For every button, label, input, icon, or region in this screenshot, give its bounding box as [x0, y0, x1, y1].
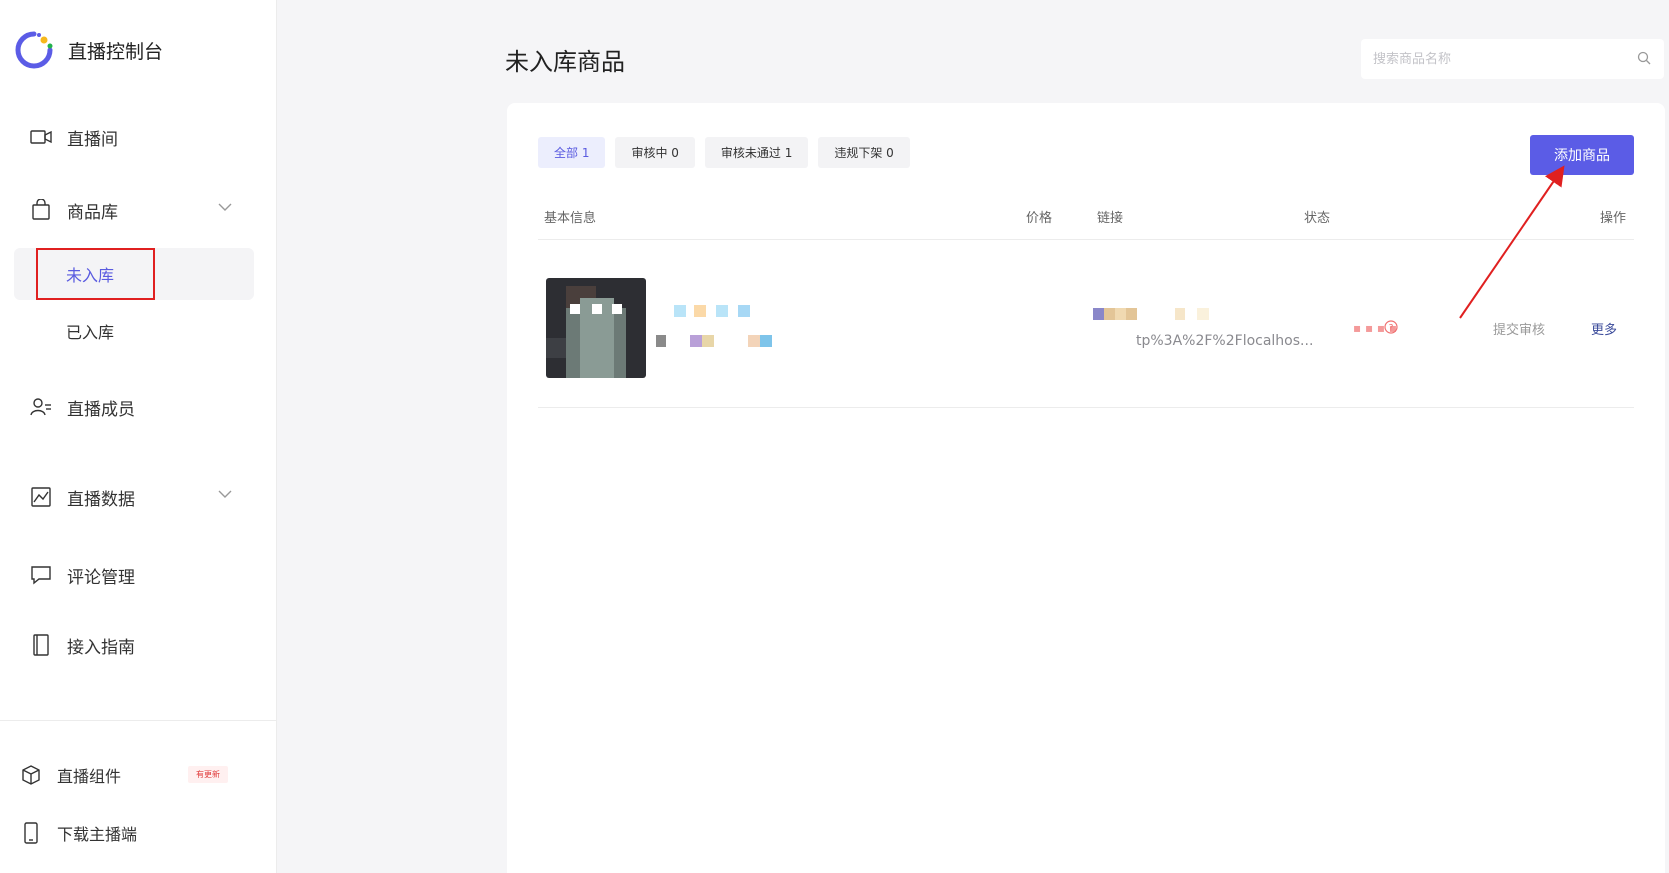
sidebar-item-live-room[interactable]: 直播间	[0, 112, 277, 162]
sidebar-item-download[interactable]: 下载主播端	[0, 808, 277, 858]
submit-review-link[interactable]: 提交审核	[1493, 319, 1545, 338]
user-list-icon	[30, 396, 52, 418]
sidebar-item-comments[interactable]: 评论管理	[0, 550, 277, 600]
logo-icon	[15, 31, 53, 69]
sidebar-item-label: 下载主播端	[57, 825, 138, 844]
product-thumbnail[interactable]	[546, 278, 646, 378]
sidebar-subitem-stored[interactable]: 已入库	[14, 305, 254, 357]
sidebar-item-label: 直播组件	[57, 767, 122, 786]
update-badge: 有更新	[188, 766, 228, 783]
sidebar-item-products[interactable]: 商品库	[0, 185, 277, 235]
sidebar-item-label: 接入指南	[67, 637, 135, 658]
tab-all[interactable]: 全部 1	[538, 137, 606, 168]
column-header-basic-info: 基本信息	[544, 211, 597, 226]
product-name-pixelated	[666, 305, 766, 317]
table-row: tp%3A%2F%2Flocalhos... ▪ ▪ ▪ ▪ ? 提交审核 更多	[538, 239, 1634, 408]
comment-icon	[30, 564, 52, 586]
table-header: 基本信息 价格 链接 状态 操作	[538, 185, 1634, 240]
sidebar-subitem-label: 已入库	[66, 323, 115, 342]
svg-text:?: ?	[1389, 324, 1394, 334]
sidebar: 直播控制台 直播间 商品库 未入库 已入库 直播成员 直播数据 评论管理 接入指…	[0, 0, 277, 873]
search-box[interactable]	[1361, 39, 1664, 79]
shopping-bag-icon	[30, 199, 52, 221]
search-input[interactable]	[1371, 50, 1625, 68]
tab-removed[interactable]: 违规下架 0	[818, 137, 910, 168]
chevron-down-icon	[218, 203, 232, 211]
page-title: 未入库商品	[505, 48, 625, 76]
sidebar-item-live-component[interactable]: 直播组件	[0, 750, 277, 800]
column-header-link: 链接	[1097, 211, 1124, 226]
tab-reviewing[interactable]: 审核中 0	[615, 137, 695, 168]
chart-icon	[30, 486, 52, 508]
add-product-button[interactable]: 添加商品	[1530, 135, 1634, 175]
search-icon[interactable]	[1637, 51, 1651, 65]
column-header-actions: 操作	[1600, 211, 1627, 226]
sidebar-item-label: 直播数据	[67, 489, 135, 510]
sidebar-item-members[interactable]: 直播成员	[0, 382, 277, 432]
chevron-down-icon	[218, 490, 232, 498]
app-title: 直播控制台	[68, 40, 164, 63]
status-filter-tabs: 全部 1 审核中 0 审核未通过 1 违规下架 0	[538, 137, 920, 168]
product-list-card: 全部 1 审核中 0 审核未通过 1 违规下架 0 添加商品 基本信息 价格 链…	[507, 103, 1665, 873]
column-header-status: 状态	[1304, 211, 1331, 226]
sidebar-item-label: 评论管理	[67, 567, 135, 588]
cube-icon	[20, 764, 42, 786]
sidebar-item-label: 直播成员	[67, 399, 135, 420]
sidebar-item-guide[interactable]: 接入指南	[0, 620, 277, 670]
sidebar-item-live-data[interactable]: 直播数据	[0, 472, 277, 522]
sidebar-item-label: 商品库	[67, 202, 118, 223]
product-desc-pixelated	[656, 335, 780, 347]
column-header-price: 价格	[1026, 211, 1053, 226]
sidebar-divider	[0, 720, 277, 721]
video-camera-icon	[30, 126, 52, 148]
annotation-highlight-box	[36, 248, 155, 300]
phone-icon	[20, 822, 42, 844]
product-link-text[interactable]: tp%3A%2F%2Flocalhos...	[1136, 333, 1313, 349]
tab-rejected[interactable]: 审核未通过 1	[704, 137, 809, 168]
help-icon[interactable]: ?	[1384, 320, 1398, 334]
product-link-pixelated	[1093, 308, 1253, 320]
app-logo[interactable]: 直播控制台	[14, 30, 163, 70]
sidebar-item-label: 直播间	[67, 129, 118, 150]
book-icon	[30, 634, 52, 656]
more-actions-link[interactable]: 更多	[1591, 319, 1617, 338]
